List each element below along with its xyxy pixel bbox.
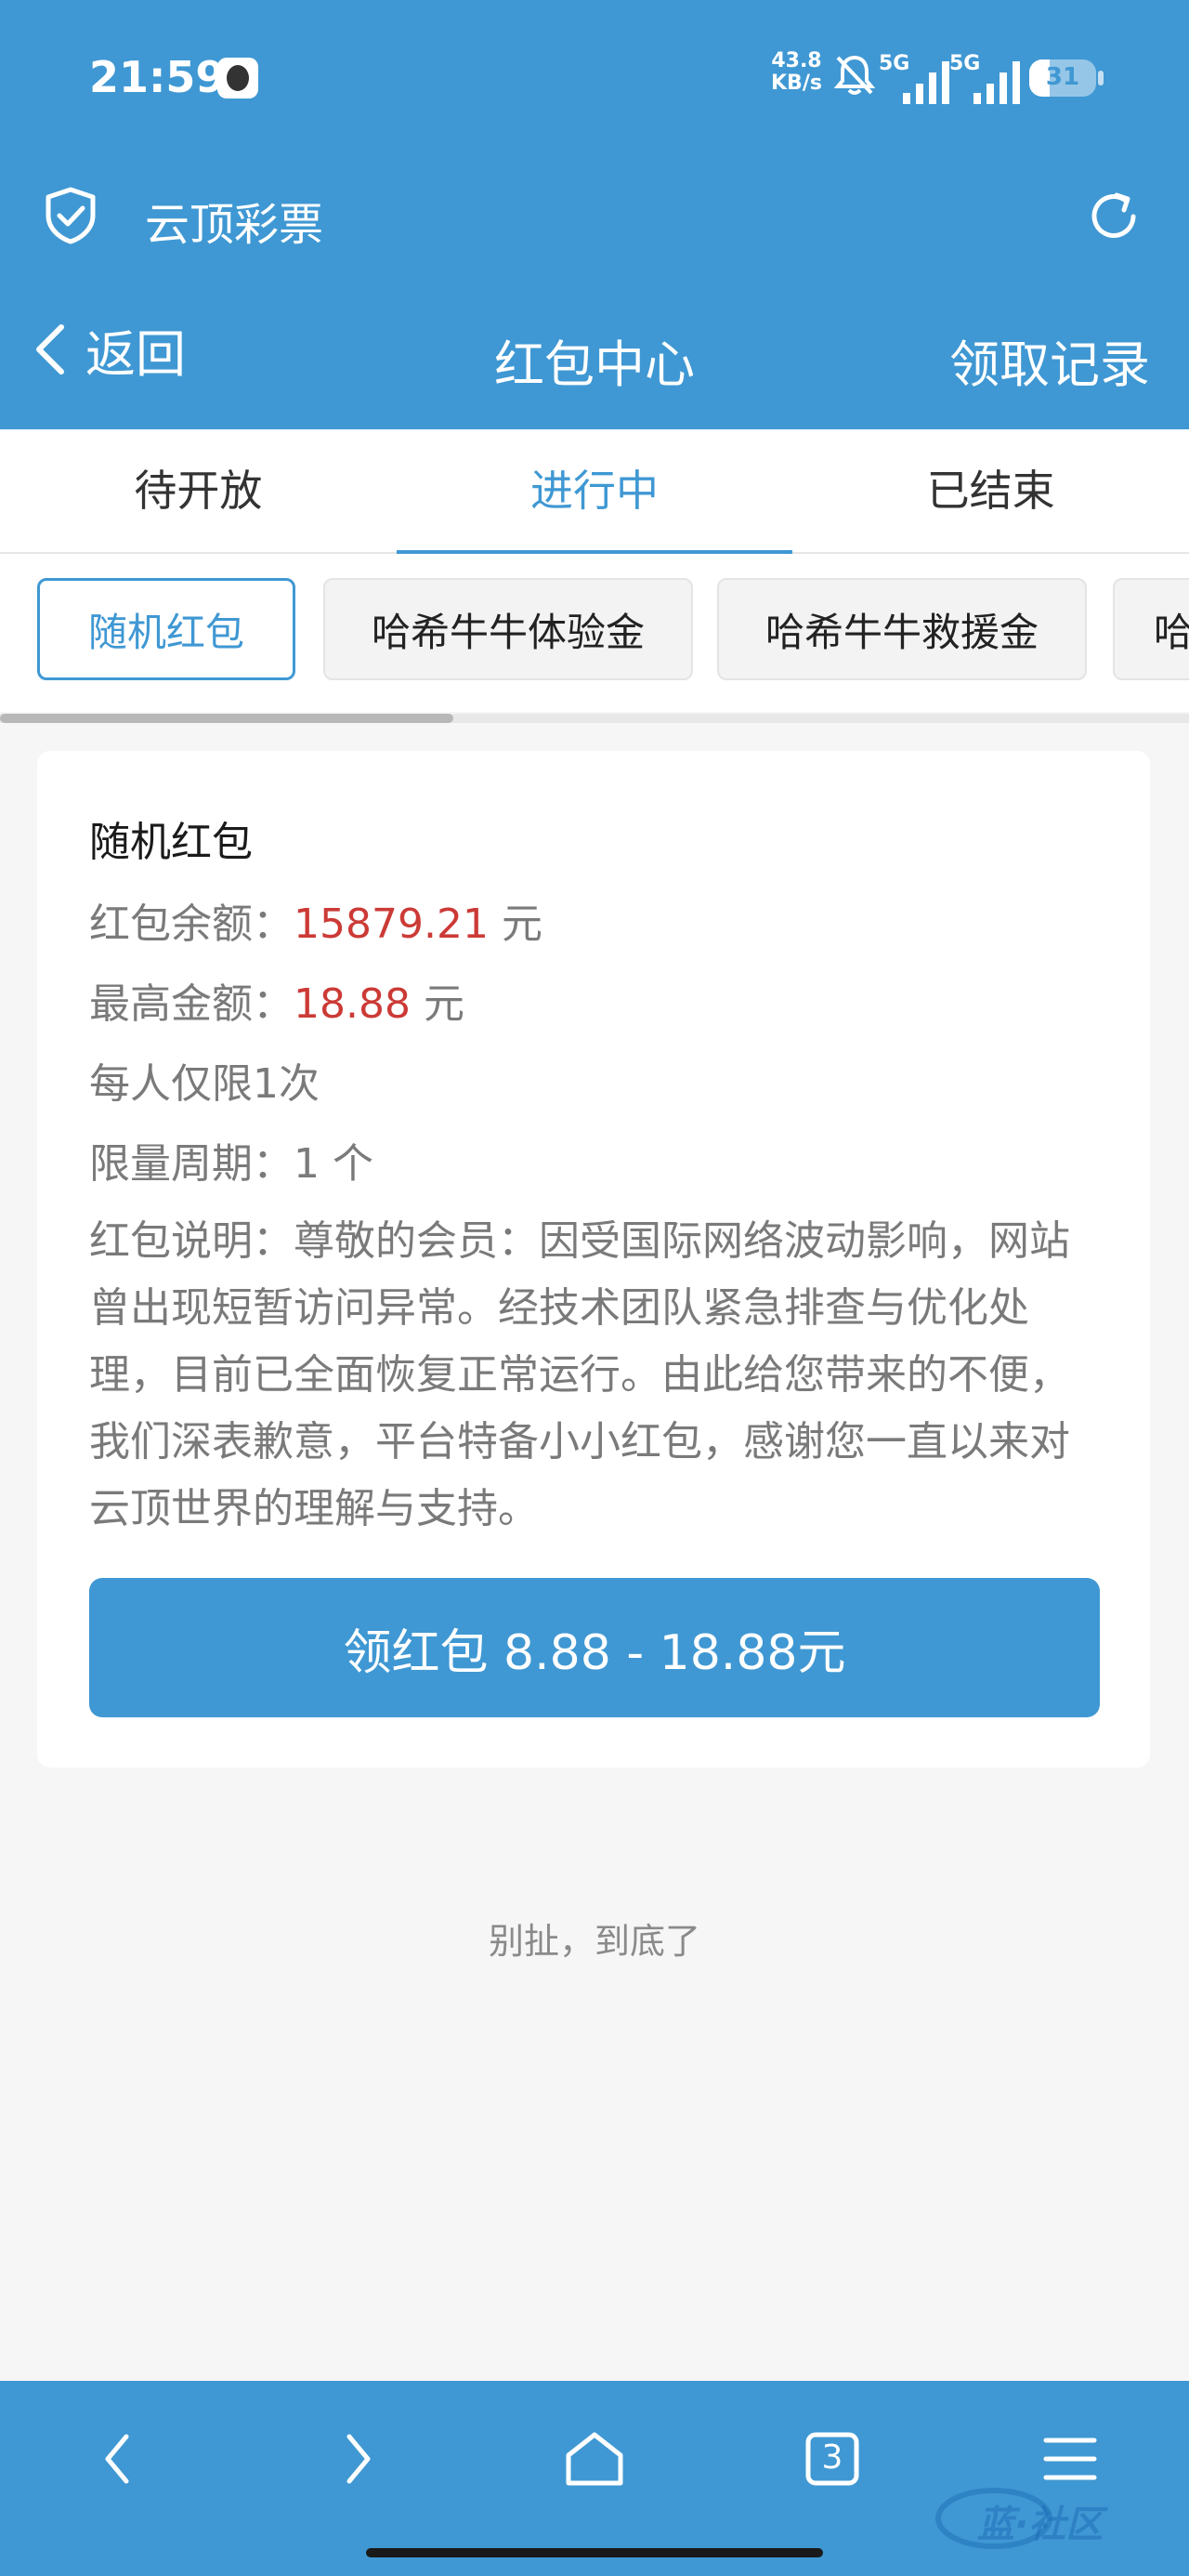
net-speed-value: 43.8 bbox=[771, 49, 822, 72]
signal-bars-icon bbox=[973, 61, 1020, 104]
bell-off-icon bbox=[834, 55, 875, 95]
claim-records-link[interactable]: 领取记录 bbox=[949, 323, 1150, 397]
chip-hash-niuniu-trial[interactable]: 哈希牛牛体验金 bbox=[323, 578, 693, 680]
tab-ended[interactable]: 已结束 bbox=[792, 429, 1189, 552]
status-tabs: 待开放 进行中 已结束 bbox=[0, 429, 1189, 554]
tabs-button[interactable]: 3 bbox=[795, 2422, 869, 2496]
end-of-list-text: 别扯，到底了 bbox=[488, 1921, 700, 1962]
claim-red-packet-button[interactable]: 领红包 8.88 - 18.88元 bbox=[89, 1578, 1100, 1717]
max-label: 最高金额： bbox=[89, 980, 294, 1028]
limit-text: 每人仅限1次 bbox=[89, 1060, 320, 1108]
net-speed-unit: KB/s bbox=[771, 72, 822, 95]
back-button[interactable]: 返回 bbox=[32, 312, 186, 387]
chip-next[interactable]: 哈 bbox=[1113, 578, 1189, 680]
chip-scrollbar-thumb[interactable] bbox=[0, 714, 453, 723]
category-chip-row: 随机红包 哈希牛牛体验金 哈希牛牛救援金 哈 bbox=[0, 554, 1189, 712]
chip-scrollbar[interactable] bbox=[0, 714, 1189, 723]
shield-check-icon[interactable] bbox=[43, 186, 98, 245]
back-label: 返回 bbox=[85, 324, 186, 384]
red-packet-card: 随机红包 红包余额：15879.21 元 最高金额：18.88 元 每人仅限1次… bbox=[37, 751, 1150, 1768]
battery-icon: 31 bbox=[1029, 59, 1096, 97]
app-title: 云顶彩票 bbox=[145, 199, 324, 251]
battery-level: 31 bbox=[1045, 63, 1080, 91]
avatar-icon bbox=[217, 58, 258, 99]
refresh-icon[interactable] bbox=[1085, 188, 1143, 245]
max-amount-line: 最高金额：18.88 元 bbox=[89, 970, 464, 1030]
app-bar: 云顶彩票 bbox=[0, 158, 1189, 269]
chip-random-red-packet[interactable]: 随机红包 bbox=[37, 578, 295, 680]
card-title: 随机红包 bbox=[89, 819, 253, 866]
net-speed: 43.8 KB/s bbox=[771, 50, 822, 95]
chevron-left-icon bbox=[36, 324, 64, 375]
description-text: 红包说明：尊敬的会员：因受国际网络波动影响，网站曾出现短暂访问异常。经技术团队紧… bbox=[89, 1217, 1070, 1532]
forward-arrow-icon[interactable] bbox=[320, 2422, 394, 2496]
tab-pending[interactable]: 待开放 bbox=[0, 429, 397, 552]
period-text: 限量周期：1 个 bbox=[89, 1140, 373, 1188]
watermark-text: 蓝·社区 bbox=[977, 2504, 1104, 2546]
balance-label: 红包余额： bbox=[89, 900, 294, 948]
tab-ongoing[interactable]: 进行中 bbox=[396, 429, 793, 554]
nav-bar: 返回 红包中心 领取记录 bbox=[0, 269, 1189, 429]
clock: 21:59 bbox=[89, 52, 226, 102]
status-bar: 21:59 43.8 KB/s 5G 5G 31 bbox=[0, 0, 1189, 158]
max-unit: 元 bbox=[410, 980, 464, 1028]
home-indicator[interactable] bbox=[366, 2548, 823, 2557]
max-value: 18.88 bbox=[294, 980, 411, 1028]
tab-count: 3 bbox=[821, 2438, 843, 2477]
battery-tip bbox=[1098, 71, 1104, 85]
home-icon[interactable] bbox=[557, 2422, 632, 2496]
back-arrow-icon[interactable] bbox=[82, 2422, 156, 2496]
chip-hash-niuniu-rescue[interactable]: 哈希牛牛救援金 bbox=[717, 578, 1087, 680]
balance-unit: 元 bbox=[488, 900, 542, 948]
balance-line: 红包余额：15879.21 元 bbox=[89, 890, 542, 950]
balance-value: 15879.21 bbox=[294, 900, 489, 948]
